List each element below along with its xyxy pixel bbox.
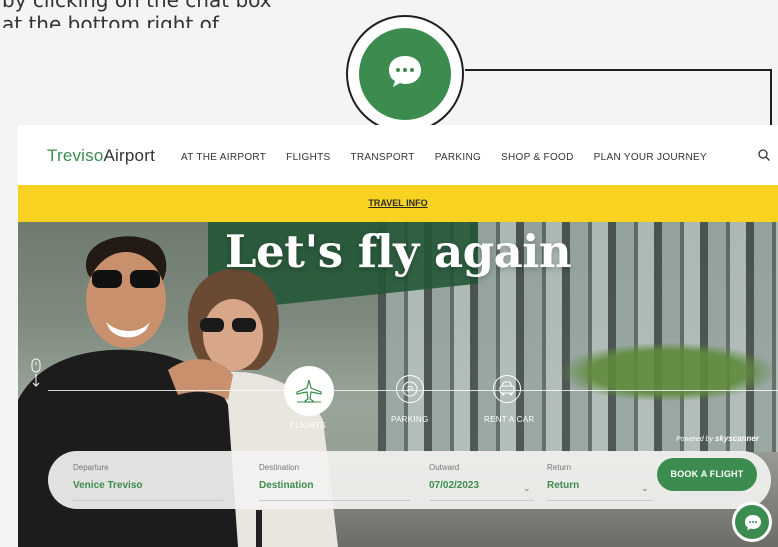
nav-at-the-airport[interactable]: AT THE AIRPORT: [181, 152, 266, 163]
return-chevron-down-icon[interactable]: ⌄: [641, 483, 649, 494]
tab-flights-label[interactable]: FLIGHTS: [290, 421, 326, 430]
hero-bg-trees: [558, 342, 778, 402]
logo-airport: Airport: [103, 146, 155, 165]
svg-text:P: P: [407, 385, 413, 395]
book-a-flight-button[interactable]: BOOK A FLIGHT: [657, 458, 757, 491]
powered-by-skyscanner: Powered by skyscanner: [676, 434, 759, 443]
chat-bubble-icon: [389, 56, 421, 87]
logo-treviso: Treviso: [47, 146, 104, 165]
tab-parking[interactable]: P: [396, 375, 424, 403]
hero-section: Let's fly again FLIGHTS P PARKING RENT A…: [18, 222, 778, 547]
travel-info-bar: TRAVEL INFO: [18, 185, 778, 222]
main-nav: AT THE AIRPORT FLIGHTS TRANSPORT PARKING…: [181, 152, 727, 163]
return-value[interactable]: Return: [547, 480, 652, 491]
return-date-field[interactable]: Return Return: [547, 463, 652, 501]
departure-value[interactable]: Venice Treviso: [73, 480, 223, 491]
parking-icon: P: [402, 381, 418, 397]
callout-leader-horizontal: [465, 69, 772, 71]
outward-chevron-down-icon[interactable]: ⌄: [523, 483, 531, 494]
outward-value[interactable]: 07/02/2023: [429, 480, 534, 491]
car-icon: [499, 381, 515, 396]
return-label: Return: [547, 463, 572, 472]
nav-parking[interactable]: PARKING: [435, 152, 481, 163]
plane-icon: [296, 379, 322, 403]
tab-flights[interactable]: [284, 366, 334, 416]
tab-rent-a-car[interactable]: [493, 375, 521, 403]
flight-booking-form: Departure Venice Treviso Destination Des…: [48, 451, 771, 509]
return-underline: [547, 500, 652, 501]
airport-website: TrevisoAirport AT THE AIRPORT FLIGHTS TR…: [18, 125, 778, 547]
scroll-down-icon[interactable]: [31, 358, 41, 388]
tab-rent-a-car-label[interactable]: RENT A CAR: [484, 415, 534, 424]
departure-field[interactable]: Departure Venice Treviso: [73, 463, 223, 501]
destination-label: Destination: [259, 463, 300, 472]
departure-underline: [73, 500, 223, 501]
intro-text: by clicking on the chat box at the botto…: [2, 0, 272, 28]
search-icon[interactable]: [758, 149, 770, 161]
outward-date-field[interactable]: Outward 07/02/2023: [429, 463, 534, 501]
intro-text-container: by clicking on the chat box at the botto…: [0, 0, 290, 28]
site-logo[interactable]: TrevisoAirport: [47, 146, 155, 166]
nav-shop-food[interactable]: SHOP & FOOD: [501, 152, 574, 163]
destination-field[interactable]: Destination Destination: [259, 463, 411, 501]
travel-info-link[interactable]: TRAVEL INFO: [18, 198, 778, 208]
tab-parking-label[interactable]: PARKING: [391, 415, 429, 424]
skyscanner-brand: skyscanner: [714, 434, 759, 443]
nav-plan-your-journey[interactable]: PLAN YOUR JOURNEY: [594, 152, 707, 163]
destination-value[interactable]: Destination: [259, 480, 411, 491]
destination-underline: [259, 500, 411, 501]
chat-callout-bubble: [359, 28, 451, 120]
outward-underline: [429, 500, 534, 501]
outward-label: Outward: [429, 463, 460, 472]
chat-bubble-icon-small: [745, 515, 761, 531]
chat-button[interactable]: [732, 502, 772, 542]
departure-label: Departure: [73, 463, 109, 472]
site-header: TrevisoAirport AT THE AIRPORT FLIGHTS TR…: [18, 125, 778, 185]
nav-transport[interactable]: TRANSPORT: [350, 152, 414, 163]
powered-by-label: Powered by: [676, 436, 713, 443]
hero-title: Let's fly again: [224, 225, 572, 278]
nav-flights[interactable]: FLIGHTS: [286, 152, 330, 163]
